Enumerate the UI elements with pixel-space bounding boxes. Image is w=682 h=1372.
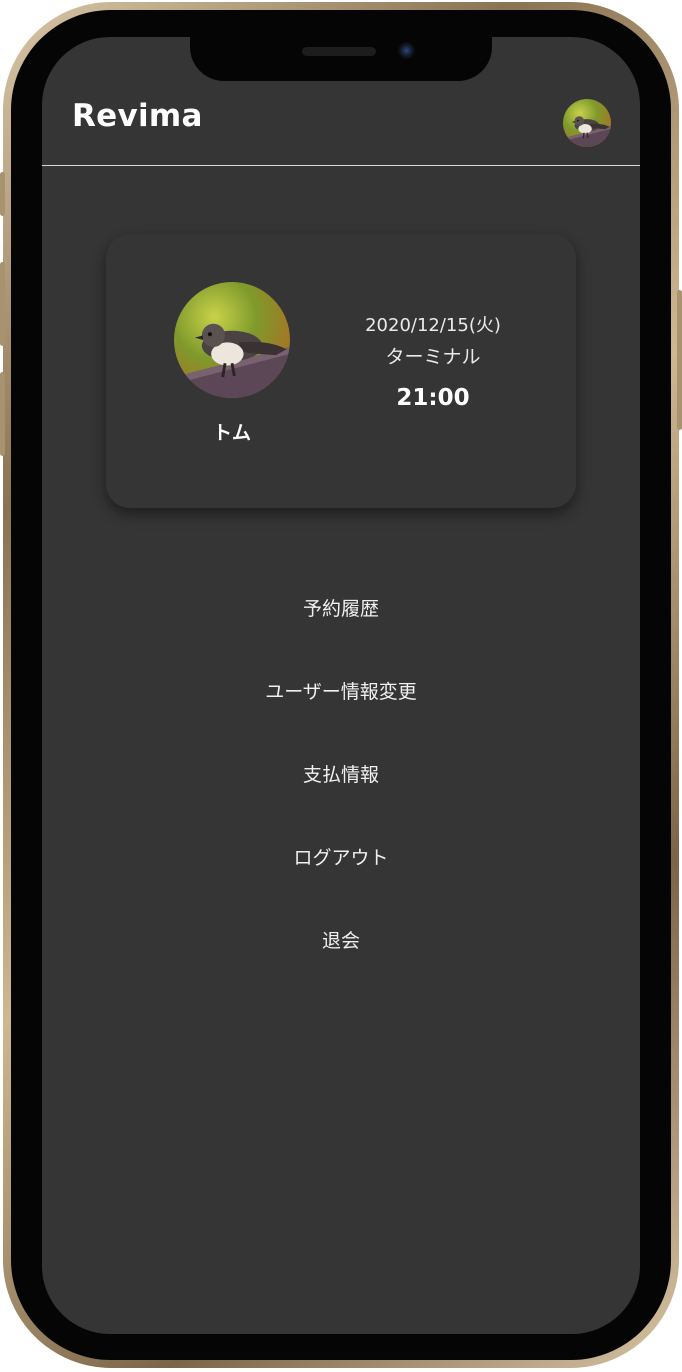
app-title: Revima <box>72 98 203 134</box>
reservation-card: トム 2020/12/15(火) ターミナル 21:00 <box>106 234 576 508</box>
side-button-volume-down <box>0 372 5 456</box>
user-name: トム <box>212 422 251 444</box>
speaker-grille <box>302 47 376 56</box>
menu-item-edit-user-info[interactable]: ユーザー情報変更 <box>42 675 640 758</box>
side-button-volume-up <box>0 262 5 346</box>
reservation-place: ターミナル <box>385 346 481 368</box>
side-button-silent <box>0 172 5 216</box>
account-menu: 予約履歴 ユーザー情報変更 支払情報 ログアウト 退会 <box>42 592 640 1007</box>
notch <box>190 37 492 81</box>
front-camera-icon <box>398 42 415 59</box>
menu-item-withdraw[interactable]: 退会 <box>42 924 640 1007</box>
side-button-power <box>677 290 682 430</box>
profile-avatar-icon[interactable] <box>174 282 290 398</box>
reservation-time: 21:00 <box>396 385 470 411</box>
menu-item-payment-info[interactable]: 支払情報 <box>42 758 640 841</box>
menu-item-logout[interactable]: ログアウト <box>42 841 640 924</box>
app-header: Revima <box>42 81 640 166</box>
reservation-date: 2020/12/15(火) <box>365 315 501 336</box>
app-screen: Revima トム 2020/12/15(火) ターミナル 21:00 予約履歴… <box>42 37 640 1334</box>
header-avatar-icon[interactable] <box>563 99 611 147</box>
menu-item-reservation-history[interactable]: 予約履歴 <box>42 592 640 675</box>
